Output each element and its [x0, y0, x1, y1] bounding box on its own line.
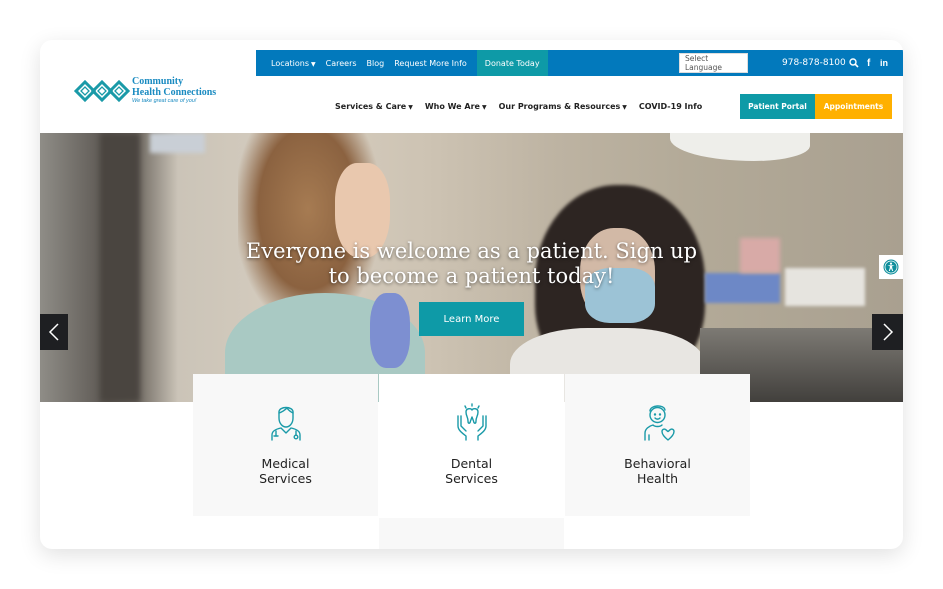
language-select[interactable]: Select Language [679, 53, 748, 73]
doctor-icon [270, 406, 301, 441]
service-card-row2[interactable] [379, 518, 564, 549]
logo-text: Community Health Connections We take gre… [132, 77, 216, 105]
logo-mark-icon [74, 79, 130, 103]
logo-tagline: We take great care of you! [132, 98, 197, 105]
util-link-blog[interactable]: Blog [367, 59, 385, 68]
service-card-medical[interactable]: Medical Services [193, 374, 378, 516]
hero-bg-frame [150, 133, 205, 153]
person-heart-icon [643, 405, 675, 441]
donate-button[interactable]: Donate Today [476, 50, 548, 76]
hero-title-line2: to become a patient today! [328, 264, 615, 288]
patient-portal-button[interactable]: Patient Portal [740, 94, 815, 119]
service-card-dental[interactable]: Dental Services [379, 374, 564, 516]
hero-title-line1: Everyone is welcome as a patient. Sign u… [245, 239, 698, 263]
tooth-hands-icon [456, 403, 487, 441]
learn-more-button[interactable]: Learn More [419, 302, 524, 336]
util-link-careers[interactable]: Careers [326, 59, 357, 68]
accessibility-button[interactable] [879, 255, 903, 279]
utility-links: Locations ▼ Careers Blog Request More Inf… [256, 50, 477, 76]
logo-name-line2: Health Connections [132, 86, 217, 98]
slider-next-button[interactable] [872, 314, 903, 350]
nav-services-care[interactable]: Services & Care ▼ [335, 102, 413, 111]
nav-who-we-are[interactable]: Who We Are ▼ [425, 102, 487, 111]
service-card-behavioral[interactable]: Behavioral Health [565, 374, 750, 516]
caret-down-icon: ▼ [481, 103, 487, 111]
service-card-label: Behavioral Health [624, 456, 691, 486]
chevron-right-icon [882, 323, 893, 341]
service-card-row2[interactable] [565, 518, 750, 549]
service-label-line2: Health [636, 471, 679, 486]
search-icon[interactable] [849, 50, 859, 76]
slider-prev-button[interactable] [40, 314, 68, 350]
utility-bar: Locations ▼ Careers Blog Request More Inf… [256, 50, 903, 76]
main-nav: Services & Care ▼ Who We Are ▼ Our Program… [335, 98, 714, 114]
hero-dental-lamp [670, 133, 810, 161]
accessibility-icon [883, 259, 899, 275]
service-label-line1: Dental [450, 456, 493, 471]
service-card-label: Dental Services [445, 456, 498, 486]
hero-slider: Everyone is welcome as a patient. Sign u… [40, 133, 903, 402]
nav-programs-resources[interactable]: Our Programs & Resources ▼ [499, 102, 627, 111]
phone-number[interactable]: 978-878-8100 [782, 50, 846, 76]
caret-down-icon: ▼ [622, 103, 627, 111]
service-card-row2[interactable] [193, 518, 378, 549]
hero-glove [370, 293, 410, 368]
hero-title: Everyone is welcome as a patient. Sign u… [40, 239, 903, 289]
service-card-label: Medical Services [259, 456, 312, 486]
util-link-locations[interactable]: Locations ▼ [271, 59, 316, 68]
browser-page: Locations ▼ Careers Blog Request More Inf… [40, 40, 903, 549]
caret-down-icon: ▼ [408, 103, 413, 111]
service-label-line1: Behavioral [624, 456, 691, 471]
appointments-button[interactable]: Appointments [815, 94, 892, 119]
service-label-line2: Services [445, 471, 498, 486]
service-label-line2: Services [259, 471, 312, 486]
nav-covid-info[interactable]: COVID-19 Info [639, 102, 702, 111]
facebook-icon[interactable]: f [867, 50, 870, 76]
site-logo[interactable]: Community Health Connections We take gre… [74, 76, 216, 106]
chevron-left-icon [48, 323, 59, 341]
service-label-line1: Medical [261, 456, 310, 471]
caret-down-icon: ▼ [311, 60, 316, 68]
linkedin-icon[interactable]: in [880, 50, 888, 76]
service-cards: Medical Services Dental Services Behavio… [193, 374, 750, 549]
util-link-request-info[interactable]: Request More Info [394, 59, 467, 68]
